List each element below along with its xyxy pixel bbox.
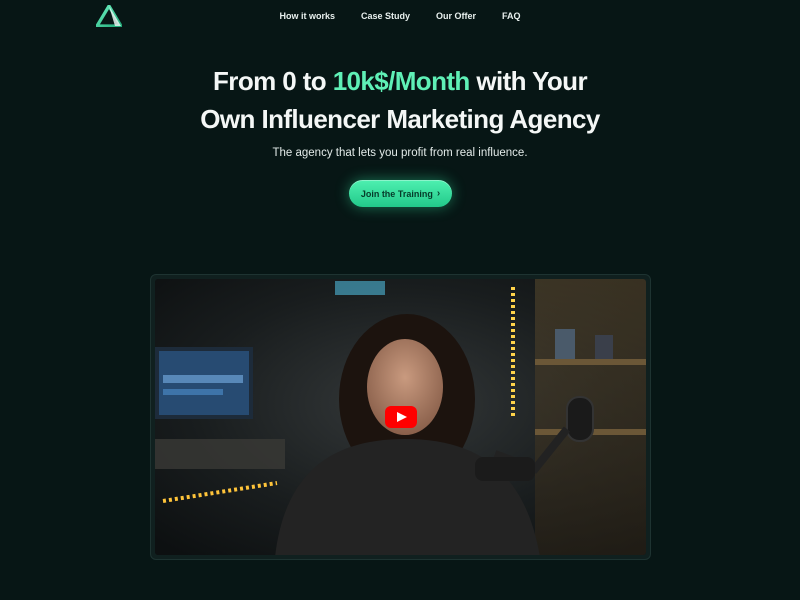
youtube-play-icon[interactable] — [385, 406, 417, 428]
nav-how-it-works[interactable]: How it works — [279, 11, 335, 21]
video-player[interactable] — [155, 279, 646, 555]
headline-accent: 10k$/Month — [332, 66, 471, 96]
nav-faq[interactable]: FAQ — [502, 11, 521, 21]
hero-subheadline: The agency that lets you profit from rea… — [272, 147, 528, 159]
headline-part1: From 0 to — [213, 66, 333, 96]
cta-label: Join the Training — [360, 188, 433, 199]
nav-case-study[interactable]: Case Study — [361, 11, 410, 21]
nav-our-offer[interactable]: Our Offer — [436, 11, 476, 21]
main-nav: How it works Case Study Our Offer FAQ — [0, 11, 800, 21]
headline-part2: with Your — [469, 66, 587, 96]
video-frame — [150, 274, 651, 560]
join-training-button[interactable]: Join the Training › — [349, 180, 452, 207]
chevron-right-icon: › — [436, 188, 441, 199]
headline-line2: Own Influencer Marketing Agency — [200, 104, 600, 134]
hero-headline: From 0 to 10k$/Month with Your Own Influ… — [0, 62, 800, 138]
